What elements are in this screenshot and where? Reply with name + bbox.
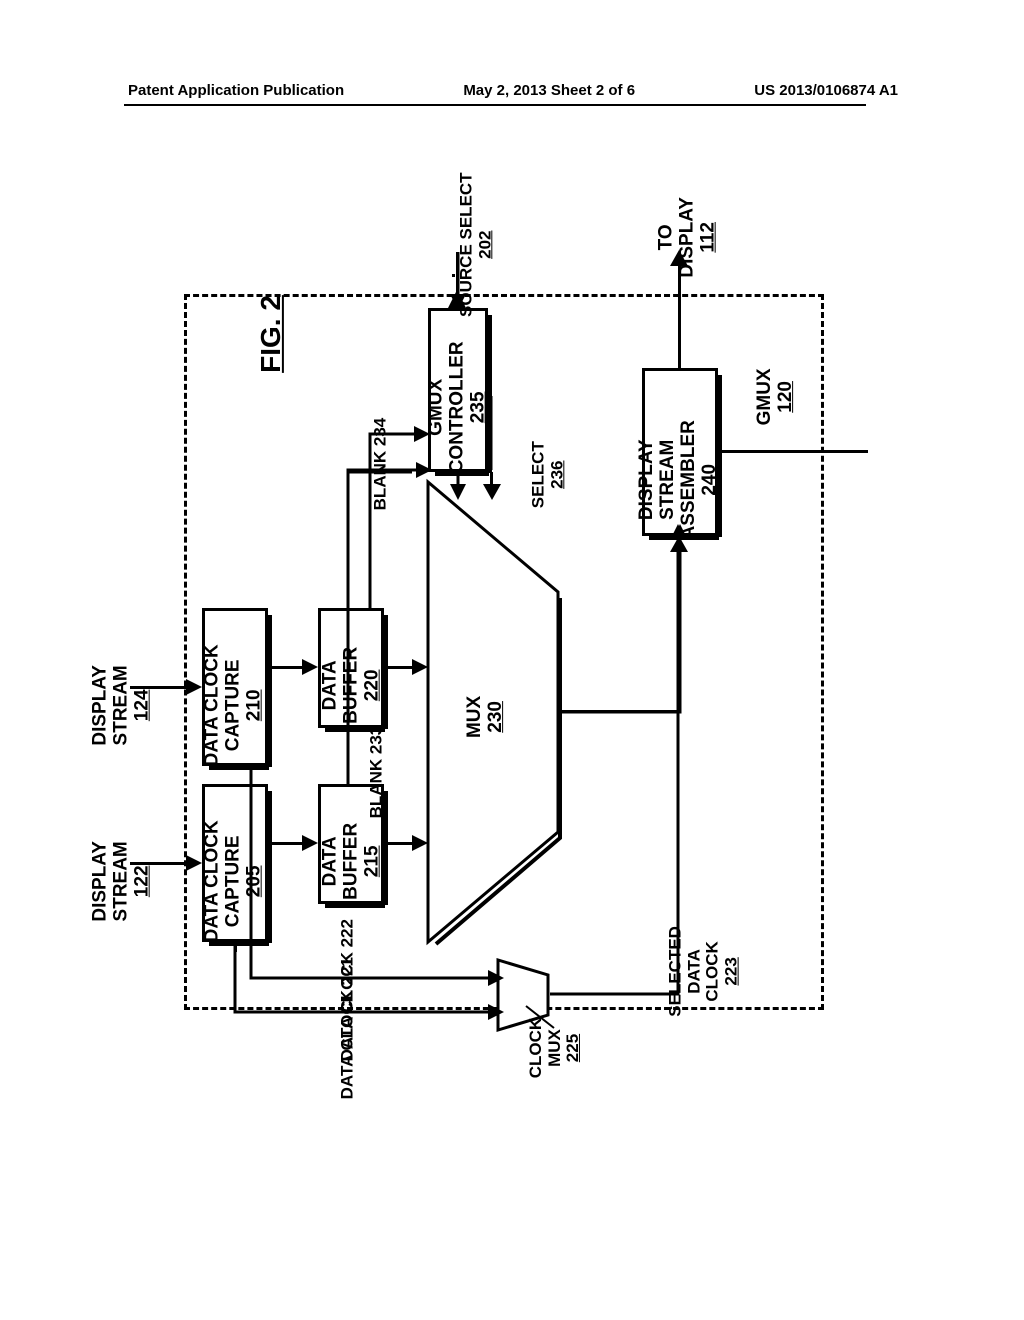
label-output: TO DISPLAY 112 (657, 187, 720, 287)
label-blank233: BLANK 233 (368, 688, 387, 818)
label-mux: MUX 230 (465, 687, 507, 747)
label-gmux: GMUX 120 (755, 357, 797, 437)
label-dcc2: DATA CLOCK CAPTURE 210 (203, 635, 266, 775)
label-source-select: SOURCE SELECT 202 (457, 155, 494, 335)
figure-stage: DATA CLOCK CAPTURE 205 DATA CLOCK CAPTUR… (0, 0, 1024, 1320)
arrowhead-ds122 (186, 855, 202, 871)
label-ds122: DISPLAY STREAM 122 (91, 831, 154, 931)
label-clk222: DATA CLOCK 222 (339, 881, 358, 1061)
arrowhead-dcc2-db2 (302, 659, 318, 675)
label-ds124: DISPLAY STREAM 124 (91, 655, 154, 755)
figure-label: FIG. 2 (255, 295, 287, 373)
arrow-src-sel-h (452, 274, 455, 277)
arrowhead-select (483, 484, 501, 502)
clock-mux-leader (520, 1000, 560, 1040)
arrow-out-h (718, 450, 868, 453)
mux-to-dsa-clean (556, 440, 656, 720)
arrow-dcc2-db2 (268, 666, 304, 669)
label-blank234: BLANK 234 (372, 380, 391, 510)
label-selclk: SELECTED DATA CLOCK 223 (667, 911, 742, 1031)
arrowhead-ds124 (186, 679, 202, 695)
